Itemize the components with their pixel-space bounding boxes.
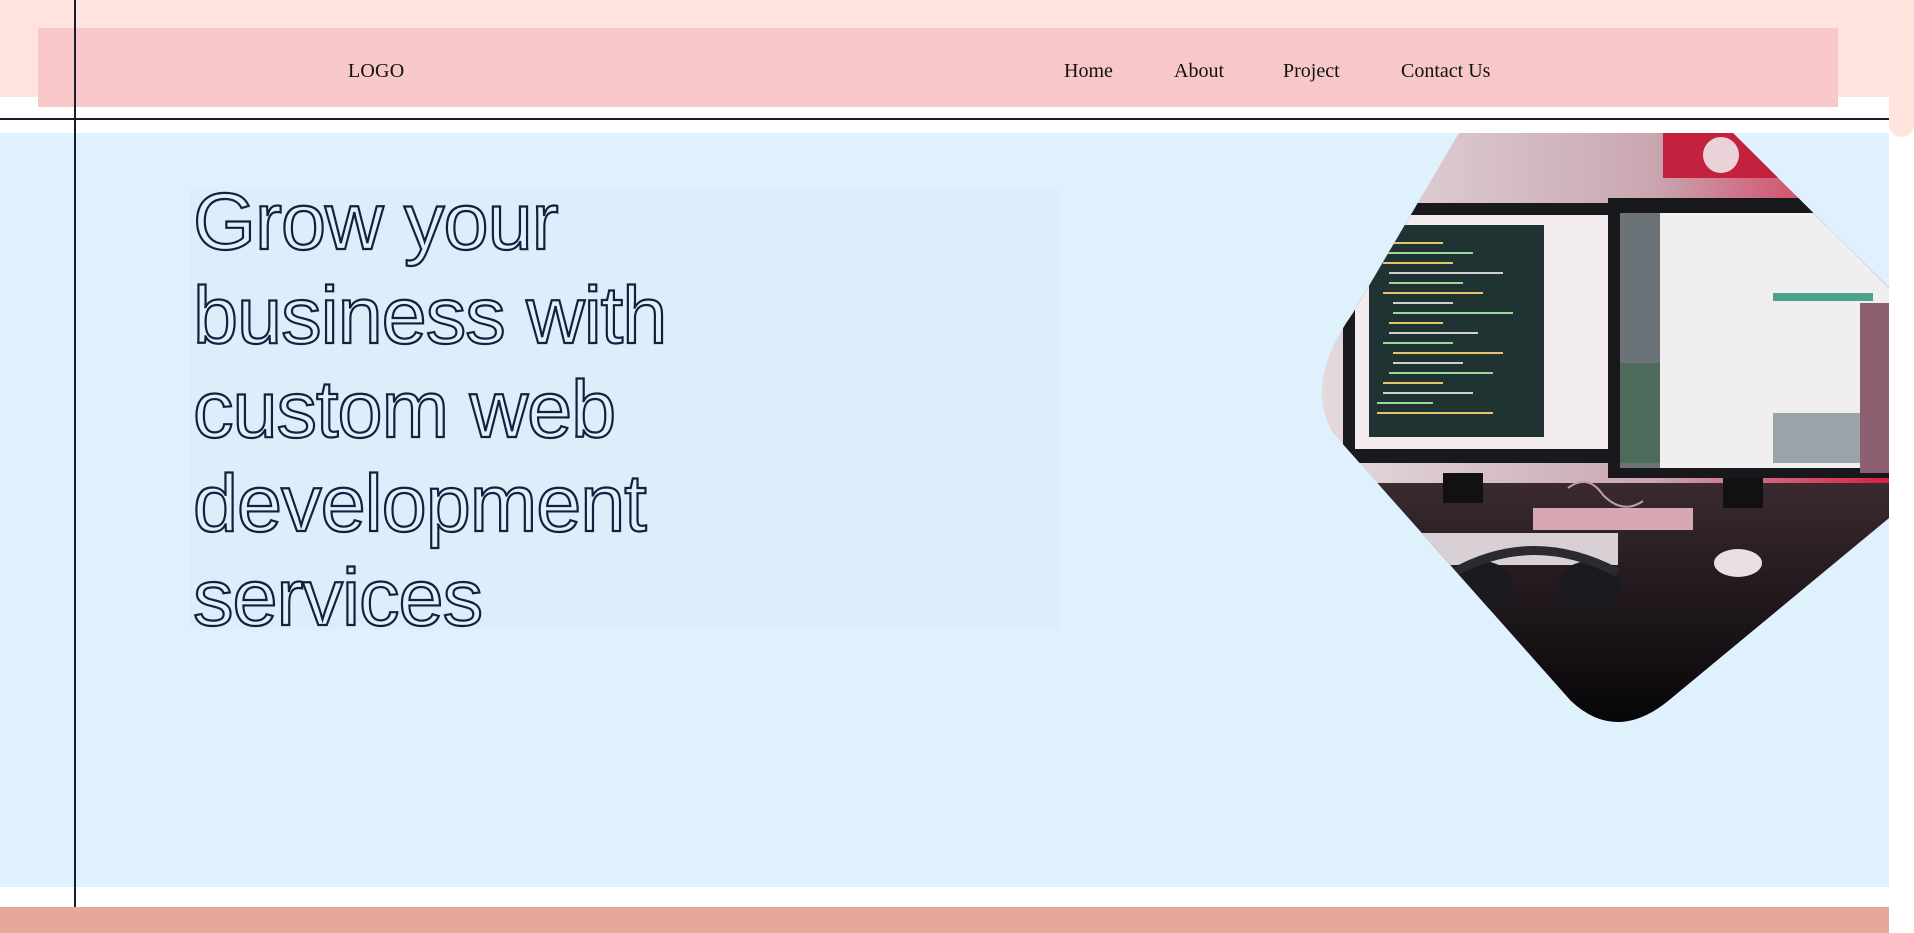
logo[interactable]: LOGO [348, 60, 404, 83]
photo-monitor-stand [1723, 478, 1763, 508]
navbar [38, 28, 1838, 107]
hero-headline: Grow your business with custom web devel… [192, 175, 893, 645]
headline-line: business with [192, 270, 668, 362]
headline-line: development [192, 458, 648, 550]
nav-contact-link[interactable]: Contact Us [1401, 60, 1490, 83]
photo-browser-highlight [1773, 293, 1873, 301]
nav-home-link[interactable]: Home [1064, 60, 1113, 83]
header-divider [0, 118, 1889, 120]
headline-line: Grow your [192, 176, 560, 268]
photo-browser-image [1620, 363, 1660, 463]
headline-line: services [192, 552, 484, 644]
vertical-guide-line [74, 0, 76, 933]
footer-band [0, 907, 1889, 933]
photo-books [1533, 508, 1693, 530]
photo-third-monitor [1860, 303, 1889, 473]
right-edge-tab [1889, 0, 1914, 137]
photo-monitor-stand [1443, 473, 1483, 503]
photo-mouse [1714, 549, 1762, 577]
nav-project-link[interactable]: Project [1283, 60, 1340, 83]
headline-line: custom web [192, 364, 617, 456]
nav-about-link[interactable]: About [1174, 60, 1224, 83]
photo-code-screen [1369, 225, 1544, 437]
photo-lamp [1703, 137, 1739, 173]
hero-image [1321, 133, 1889, 722]
